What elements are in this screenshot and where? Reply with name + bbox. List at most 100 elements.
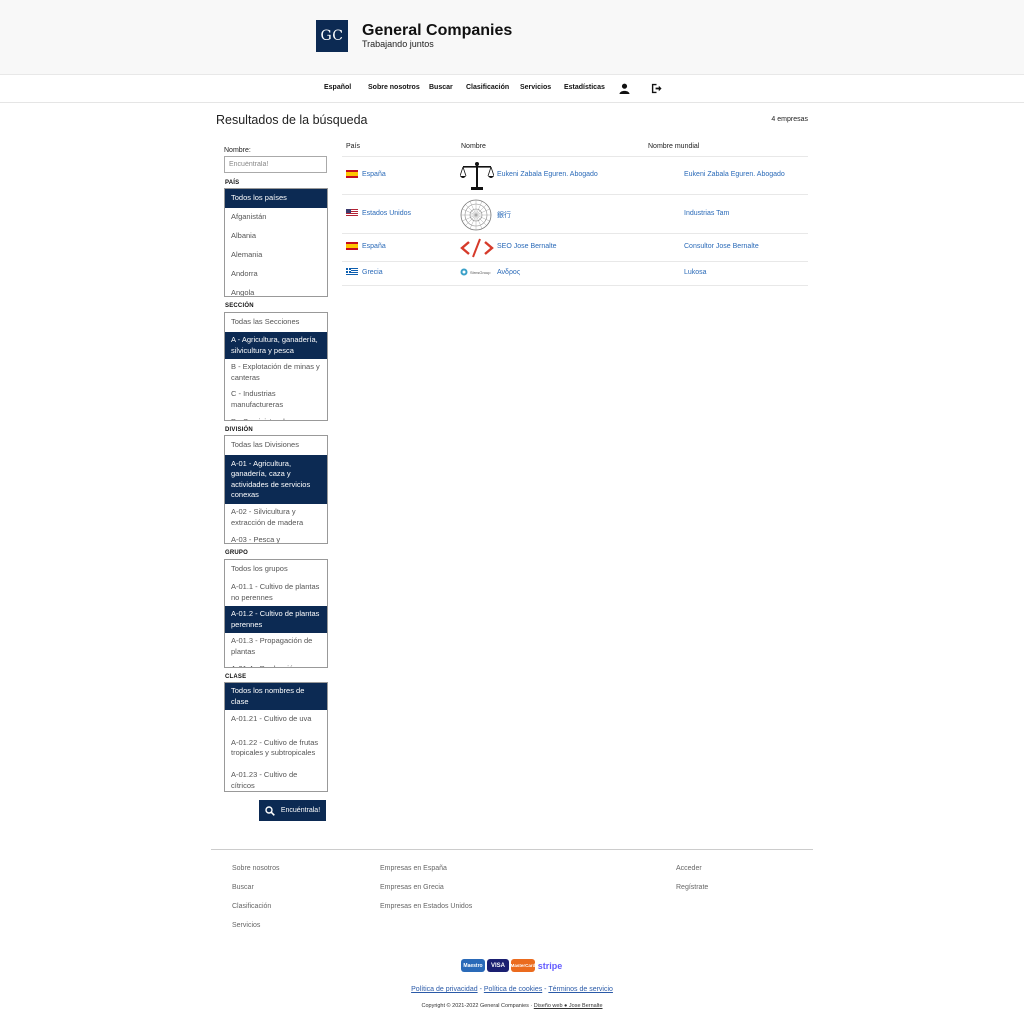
copyright-text: Copyright © 2021-2022 General Companies … [421, 1003, 534, 1009]
name-input[interactable] [224, 156, 327, 173]
row-name-link[interactable]: Eukeni Zabala Eguren. Abogado [497, 171, 598, 178]
maestro-logo: Maestro [461, 959, 485, 972]
lukosa-logo-icon [460, 268, 468, 276]
footer-link-about[interactable]: Sobre nosotros [232, 865, 279, 872]
mastercard-logo: MasterCard [511, 959, 535, 972]
seccion-option[interactable]: Todas las Secciones [225, 313, 327, 332]
clase-listbox[interactable]: Todos los nombres de clase A-01.21 - Cul… [224, 682, 328, 792]
site-header: GC General Companies Trabajando juntos [0, 0, 1024, 75]
cookies-policy-link[interactable]: Política de cookies [484, 986, 542, 993]
pais-option[interactable]: Andorra [225, 265, 327, 284]
pais-option[interactable]: Angola [225, 284, 327, 296]
find-button[interactable]: Encuéntrala! [259, 800, 326, 821]
pais-label: PAÍS [225, 180, 240, 186]
grupo-option[interactable]: Todos los grupos [225, 560, 327, 579]
visa-logo: VISA [487, 959, 509, 972]
seccion-option[interactable]: A - Agricultura, ganadería, silvicultura… [225, 332, 327, 359]
footer-link-search[interactable]: Buscar [232, 884, 254, 891]
table-row: España SEO Jose Bernalte Consultor Jose … [342, 234, 808, 262]
footer-link-companies-greece[interactable]: Empresas en Grecia [380, 884, 444, 891]
grupo-option[interactable]: A-01.3 - Propagación de plantas [225, 633, 327, 660]
footer-divider [211, 849, 813, 850]
name-label: Nombre: [224, 147, 251, 154]
grupo-option[interactable]: A-01.2 - Cultivo de plantas perennes [225, 606, 327, 633]
pais-option[interactable]: Afganistán [225, 208, 327, 227]
row-country-link[interactable]: España [362, 243, 386, 250]
clase-label: CLASE [225, 674, 247, 680]
row-world-name-link[interactable]: Eukeni Zabala Eguren. Abogado [684, 171, 785, 178]
scales-logo-icon[interactable] [460, 161, 494, 191]
division-option[interactable]: A-02 - Silvicultura y extracción de made… [225, 504, 327, 531]
clase-option[interactable]: A-01.22 - Cultivo de frutas tropicales y… [225, 729, 327, 767]
clase-option[interactable]: A-01.21 - Cultivo de uva [225, 710, 327, 729]
col-header-name: Nombre [461, 143, 486, 150]
find-button-label: Encuéntrala! [280, 807, 321, 814]
pais-option[interactable]: Todos los países [225, 189, 327, 208]
logout-icon[interactable] [651, 83, 662, 94]
nav-classification[interactable]: Clasificación [466, 84, 509, 91]
row-name-link[interactable]: 銀行 [497, 210, 511, 220]
division-option[interactable]: A-01 - Agricultura, ganadería, caza y ac… [225, 455, 327, 504]
row-country-link[interactable]: Estados Unidos [362, 210, 411, 217]
row-world-name-link[interactable]: Lukosa [684, 269, 707, 276]
seccion-listbox[interactable]: Todas las Secciones A - Agricultura, gan… [224, 312, 328, 421]
grupo-listbox[interactable]: Todos los grupos A-01.1 - Cultivo de pla… [224, 559, 328, 668]
row-world-name-link[interactable]: Industrias Tam [684, 210, 729, 217]
nav-statistics[interactable]: Estadísticas [564, 84, 605, 91]
pais-option[interactable]: Alemania [225, 246, 327, 265]
spain-flag-icon [346, 170, 358, 178]
footer-link-services[interactable]: Servicios [232, 922, 260, 929]
results-title: Resultados de la búsqueda [216, 113, 368, 127]
footer-link-login[interactable]: Acceder [676, 865, 702, 872]
nav-about[interactable]: Sobre nosotros [368, 84, 420, 91]
seccion-option[interactable]: B - Explotación de minas y canteras [225, 359, 327, 386]
pais-option[interactable]: Albania [225, 227, 327, 246]
col-header-country: País [346, 143, 361, 150]
logo[interactable]: GC [316, 20, 348, 52]
division-label: DIVISIÓN [225, 427, 253, 433]
col-header-world-name: Nombre mundial [648, 143, 700, 150]
division-option[interactable]: Todas las Divisiones [225, 436, 327, 455]
footer-link-classification[interactable]: Clasificación [232, 903, 271, 910]
user-icon[interactable] [619, 83, 630, 94]
footer-link-companies-usa[interactable]: Empresas en Estados Unidos [380, 903, 472, 910]
terms-link[interactable]: Términos de servicio [548, 986, 613, 993]
footer-link-companies-spain[interactable]: Empresas en España [380, 865, 447, 872]
seccion-option[interactable]: D - Suministro de [225, 413, 327, 420]
seccion-option[interactable]: C - Industrias manufactureras [225, 386, 327, 413]
code-logo-icon[interactable] [460, 238, 494, 258]
row-country-link[interactable]: Grecia [362, 269, 383, 276]
table-row: Grecia StrnsGroup Ανδρος Lukosa [342, 262, 808, 286]
circular-pattern-logo-icon[interactable] [460, 199, 492, 231]
row-name-link[interactable]: Ανδρος [497, 269, 520, 276]
nav-services[interactable]: Servicios [520, 84, 551, 91]
greece-flag-icon [346, 268, 358, 276]
brand-title[interactable]: General Companies [362, 22, 512, 40]
usa-flag-icon [346, 209, 358, 217]
privacy-policy-link[interactable]: Política de privacidad [411, 986, 478, 993]
legal-links: Política de privacidad - Política de coo… [0, 986, 1024, 993]
row-world-name-link[interactable]: Consultor Jose Bernalte [684, 243, 759, 250]
search-icon [265, 805, 275, 816]
footer-link-register[interactable]: Regístrate [676, 884, 708, 891]
spain-flag-icon [346, 242, 358, 250]
lukosa-logo-text: StrnsGroup [470, 269, 491, 275]
copyright: Copyright © 2021-2022 General Companies … [0, 1003, 1024, 1009]
seccion-label: SECCIÓN [225, 303, 254, 309]
grupo-option[interactable]: A-01.4 - Producción [225, 660, 327, 667]
row-country-link[interactable]: España [362, 171, 386, 178]
division-listbox[interactable]: Todas las Divisiones A-01 - Agricultura,… [224, 435, 328, 544]
row-name-link[interactable]: SEO Jose Bernalte [497, 243, 557, 250]
brand-subtitle: Trabajando juntos [362, 39, 434, 49]
lukosa-logo[interactable]: StrnsGroup [460, 268, 490, 276]
clase-option[interactable]: Todos los nombres de clase [225, 683, 327, 710]
grupo-option[interactable]: A-01.1 - Cultivo de plantas no perennes [225, 579, 327, 606]
nav-search[interactable]: Buscar [429, 84, 453, 91]
clase-option[interactable]: A-01.23 - Cultivo de cítricos [225, 767, 327, 791]
results-count: 4 empresas [771, 116, 808, 123]
web-design-link[interactable]: Diseño web ● Jose Bernalte [534, 1003, 603, 1009]
pais-listbox[interactable]: Todos los países Afganistán Albania Alem… [224, 188, 328, 297]
nav-language[interactable]: Español [324, 84, 351, 91]
table-row: Estados Unidos 銀行 Industrias Tam [342, 195, 808, 234]
division-option[interactable]: A-03 - Pesca y [225, 531, 327, 543]
